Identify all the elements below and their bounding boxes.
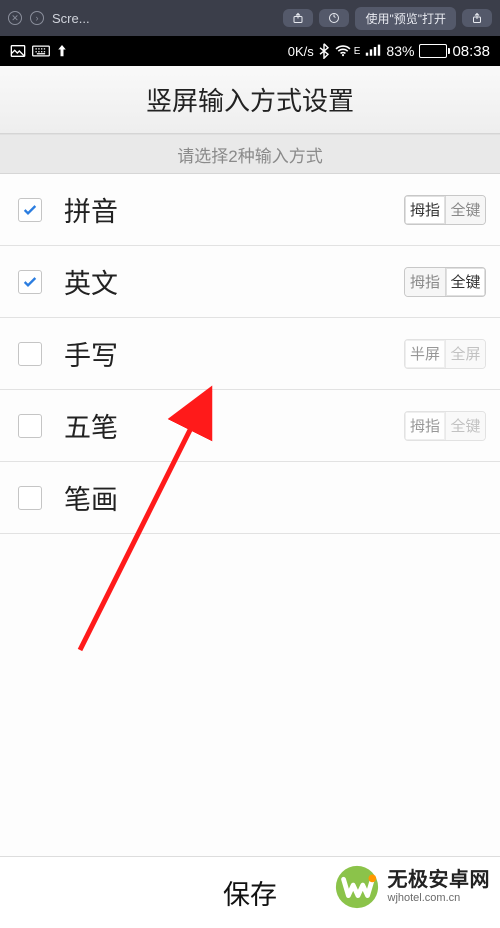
tab-title: Scre...	[52, 11, 90, 26]
segment-wubi: 拇指 全键	[404, 411, 486, 441]
page-title: 竖屏输入方式设置	[0, 66, 500, 134]
macos-browser-toolbar: ✕ › Scre... 使用"预览"打开	[0, 0, 500, 36]
seg-thumb: 拇指	[405, 412, 445, 440]
watermark-name: 无极安卓网	[388, 869, 491, 892]
checkbox-wubi[interactable]	[18, 414, 42, 438]
arrow-icon[interactable]: ›	[30, 11, 44, 25]
watermark: 无极安卓网 wjhotel.com.cn	[334, 864, 491, 910]
battery-percent: 83%	[386, 43, 414, 59]
watermark-domain: wjhotel.com.cn	[388, 892, 491, 905]
row-label: 英文	[64, 262, 382, 301]
input-method-row-handwriting[interactable]: 手写 半屏 全屏	[0, 318, 500, 390]
seg-fullscreen: 全屏	[445, 340, 485, 368]
signal-icon	[365, 44, 381, 58]
clock: 08:38	[452, 43, 490, 60]
checkbox-pinyin[interactable]	[18, 198, 42, 222]
keyboard-icon	[32, 45, 50, 57]
e-indicator: E	[354, 46, 361, 57]
seg-thumb[interactable]: 拇指	[405, 196, 445, 224]
compass-icon[interactable]	[319, 9, 349, 27]
seg-halfscreen: 半屏	[405, 340, 445, 368]
row-label: 五笔	[64, 406, 382, 445]
wifi-icon	[334, 44, 352, 58]
segment-english[interactable]: 拇指 全键	[404, 267, 486, 297]
seg-fullkey: 全键	[445, 412, 485, 440]
section-hint: 请选择2种输入方式	[0, 134, 500, 174]
input-method-row-english[interactable]: 英文 拇指 全键	[0, 246, 500, 318]
checkbox-stroke[interactable]	[18, 486, 42, 510]
input-method-row-pinyin[interactable]: 拼音 拇指 全键	[0, 174, 500, 246]
row-label: 手写	[64, 334, 382, 373]
bluetooth-icon	[319, 43, 329, 59]
row-label: 拼音	[64, 190, 382, 229]
android-status-bar: 0K/s E 83% 08:38	[0, 36, 500, 66]
close-icon[interactable]: ✕	[8, 11, 22, 25]
upload-icon	[56, 44, 68, 58]
checkbox-handwriting[interactable]	[18, 342, 42, 366]
segment-pinyin[interactable]: 拇指 全键	[404, 195, 486, 225]
row-label: 笔画	[64, 478, 486, 517]
open-with-preview-button[interactable]: 使用"预览"打开	[355, 7, 456, 30]
network-speed: 0K/s	[288, 44, 314, 59]
share-icon[interactable]	[462, 9, 492, 27]
seg-thumb[interactable]: 拇指	[405, 268, 445, 296]
empty-area	[0, 534, 500, 856]
checkbox-english[interactable]	[18, 270, 42, 294]
seg-fullkey[interactable]: 全键	[445, 268, 485, 296]
share-up-icon[interactable]	[283, 9, 313, 27]
seg-fullkey[interactable]: 全键	[445, 196, 485, 224]
battery-icon	[419, 44, 447, 58]
watermark-logo-icon	[334, 864, 380, 910]
input-method-row-wubi[interactable]: 五笔 拇指 全键	[0, 390, 500, 462]
input-method-row-stroke[interactable]: 笔画	[0, 462, 500, 534]
image-icon	[10, 44, 26, 58]
segment-handwriting: 半屏 全屏	[404, 339, 486, 369]
